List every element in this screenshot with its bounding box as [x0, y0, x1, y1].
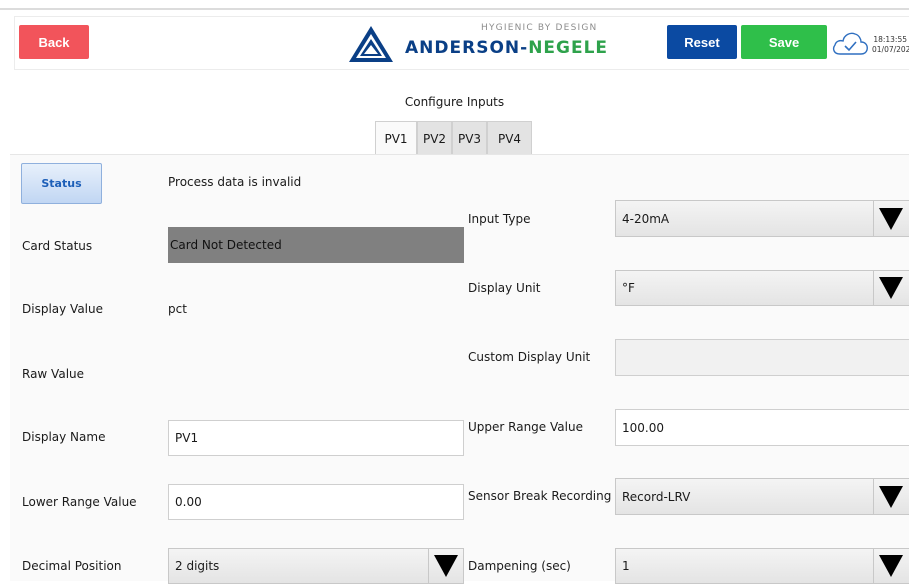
sensor-break-value: Record-LRV: [622, 489, 691, 504]
display-name-label: Display Name: [22, 430, 106, 444]
back-button[interactable]: Back: [19, 25, 89, 59]
decimal-position-value: 2 digits: [175, 559, 220, 573]
display-value-label: Display Value: [22, 302, 103, 316]
clock: 18:13:55 01/07/202: [872, 35, 909, 55]
top-divider: [0, 8, 909, 10]
tab-pv4[interactable]: PV4: [487, 121, 532, 155]
lower-range-input[interactable]: 0.00: [168, 484, 464, 520]
dampening-label: Dampening (sec): [468, 559, 571, 573]
input-type-select[interactable]: 4-20mA: [615, 200, 909, 237]
tab-pv3[interactable]: PV3: [452, 121, 487, 155]
decimal-position-select[interactable]: 2 digits: [168, 548, 464, 584]
cloud-check-icon[interactable]: [831, 28, 869, 58]
tab-pv2[interactable]: PV2: [417, 121, 452, 155]
dropdown-arrow-icon[interactable]: [873, 201, 908, 236]
status-button[interactable]: Status: [21, 163, 102, 204]
custom-unit-input[interactable]: [615, 339, 909, 376]
logo-tagline: HYGIENIC BY DESIGN: [481, 23, 598, 33]
dropdown-arrow-icon[interactable]: [873, 271, 908, 305]
dropdown-arrow-icon[interactable]: [873, 479, 908, 514]
upper-range-label: Upper Range Value: [468, 420, 583, 434]
lower-range-label: Lower Range Value: [22, 495, 137, 509]
status-message: Process data is invalid: [168, 175, 302, 189]
custom-unit-label: Custom Display Unit: [468, 350, 591, 364]
reset-button[interactable]: Reset: [667, 25, 737, 59]
clock-time: 18:13:55: [873, 35, 907, 44]
dampening-select[interactable]: 1: [615, 548, 909, 584]
upper-range-input[interactable]: 100.00: [615, 409, 909, 446]
display-name-input[interactable]: PV1: [168, 420, 464, 456]
raw-value-label: Raw Value: [22, 367, 85, 381]
anderson-negele-logo: [349, 26, 393, 62]
input-type-label: Input Type: [468, 212, 531, 226]
display-unit-select[interactable]: °F: [615, 270, 909, 306]
logo-wordmark-part-2: NEGELE: [528, 38, 609, 58]
logo-wordmark-part-1: ANDERSON-: [405, 38, 529, 58]
sensor-break-select[interactable]: Record-LRV: [615, 478, 909, 515]
input-type-value: 4-20mA: [622, 211, 670, 226]
pv-tabs: PV1 PV2 PV3 PV4: [375, 121, 532, 155]
clock-date: 01/07/202: [872, 45, 909, 54]
display-unit-value: °F: [622, 281, 635, 295]
card-status-value: Card Not Detected: [168, 227, 464, 263]
dampening-value: 1: [622, 559, 630, 573]
page-title: Configure Inputs: [404, 95, 505, 109]
save-button[interactable]: Save: [741, 25, 827, 59]
decimal-position-label: Decimal Position: [22, 559, 122, 573]
logo-wordmark: ANDERSON-NEGELE: [405, 38, 608, 58]
dropdown-arrow-icon[interactable]: [428, 549, 463, 583]
display-value: pct: [168, 302, 187, 316]
dropdown-arrow-icon[interactable]: [873, 549, 908, 583]
tab-pv1[interactable]: PV1: [375, 121, 417, 155]
display-unit-label: Display Unit: [468, 281, 541, 295]
card-status-label: Card Status: [22, 239, 93, 253]
sensor-break-label: Sensor Break Recording: [468, 489, 612, 503]
